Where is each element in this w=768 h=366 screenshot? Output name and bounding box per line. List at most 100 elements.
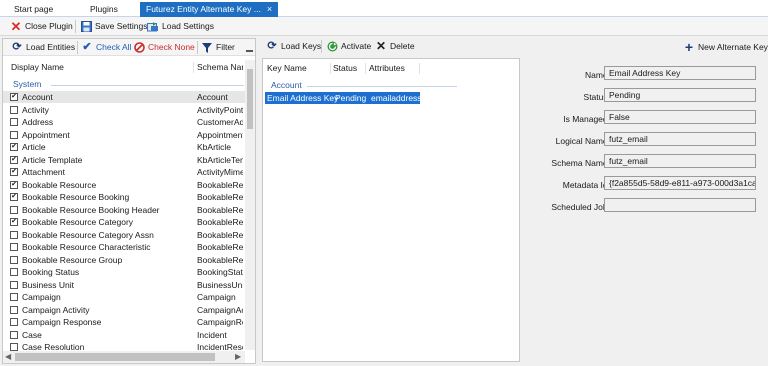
delete-button[interactable]: ✕ Delete — [375, 39, 415, 54]
entity-row[interactable]: ✔ Bookable Resource Booking BookableRes — [3, 191, 245, 203]
group-divider — [51, 85, 244, 86]
check-none-button[interactable]: Check None — [133, 40, 195, 55]
alternate-keys-list: Key Name Status Attributes Account Email… — [262, 58, 520, 362]
entity-checkbox[interactable] — [10, 205, 18, 214]
column-separator — [193, 62, 194, 73]
entity-checkbox[interactable] — [10, 293, 18, 301]
key-details-panel: Name: Email Address Key Status: Pending … — [522, 38, 768, 364]
uncheck-icon — [133, 42, 145, 54]
entity-row[interactable]: Appointment Appointment — [3, 129, 245, 141]
column-header-attributes[interactable]: Attributes — [369, 63, 405, 73]
entity-checkbox[interactable]: ✔ — [10, 93, 18, 101]
column-separator — [365, 63, 366, 74]
toolbar-separator — [197, 41, 198, 54]
entity-schema-name: BusinessUnit — [197, 279, 243, 290]
entity-checkbox[interactable]: ✔ — [10, 155, 18, 164]
filter-label: Filter — [216, 42, 235, 52]
entity-list-panel: ⟳ Load Entities ✔ Check All Check None F… — [2, 38, 256, 364]
filter-button[interactable]: Filter — [201, 40, 235, 55]
is-managed-field[interactable]: False — [604, 110, 756, 124]
refresh-icon: ⟳ — [267, 40, 277, 52]
entity-checkbox[interactable] — [10, 330, 18, 339]
name-field[interactable]: Email Address Key — [604, 66, 756, 80]
entity-checkbox[interactable] — [10, 105, 18, 114]
entity-checkbox[interactable] — [10, 343, 18, 351]
entity-row[interactable]: Activity ActivityPointe — [3, 104, 245, 116]
entity-schema-name: Campaign — [197, 292, 236, 302]
entity-checkbox[interactable]: ✔ — [10, 218, 18, 226]
column-header-key-name[interactable]: Key Name — [267, 63, 307, 73]
group-header-system: System — [13, 79, 42, 89]
entity-display-name: Activity — [22, 104, 49, 115]
tab-plugins[interactable]: Plugins — [84, 2, 124, 17]
entity-schema-name: BookableRes — [197, 229, 243, 240]
tab-label: Plugins — [90, 4, 118, 14]
entity-row[interactable]: Bookable Resource Category Assn BookableR… — [3, 229, 245, 241]
entity-row[interactable]: ✔ Bookable Resource Category BookableRes — [3, 216, 245, 228]
entity-checkbox[interactable] — [10, 255, 18, 264]
entity-checkbox[interactable]: ✔ — [10, 180, 18, 189]
scheduled-job-field[interactable] — [604, 198, 756, 212]
entity-row[interactable]: ✔ Bookable Resource BookableRes — [3, 179, 245, 191]
horizontal-scroll-thumb[interactable] — [15, 353, 215, 361]
entity-checkbox[interactable]: ✔ — [10, 143, 18, 151]
entity-row[interactable]: Booking Status BookingStatu — [3, 266, 245, 278]
entity-checkbox[interactable] — [10, 305, 18, 314]
entity-checkbox[interactable] — [10, 230, 18, 239]
activate-button[interactable]: Activate — [326, 39, 371, 54]
entity-checkbox[interactable]: ✔ — [10, 168, 18, 176]
close-plugin-button[interactable]: ✕ Close Plugin — [10, 19, 73, 34]
entity-checkbox[interactable] — [10, 318, 18, 326]
save-settings-button[interactable]: Save Settings — [80, 19, 147, 34]
overflow-icon[interactable] — [246, 50, 253, 54]
entity-schema-name: CampaignRes — [197, 317, 243, 327]
entity-checkbox[interactable] — [10, 118, 18, 126]
entity-row[interactable]: ✔ Account Account — [3, 91, 245, 103]
check-all-button[interactable]: ✔ Check All — [81, 40, 131, 55]
entity-checkbox[interactable]: ✔ — [10, 193, 18, 201]
load-entities-button[interactable]: ⟳ Load Entities — [11, 40, 75, 55]
entity-display-name: Booking Status — [22, 267, 80, 277]
entity-row[interactable]: ✔ Attachment ActivityMimeA — [3, 166, 245, 178]
load-keys-button[interactable]: ⟳ Load Keys — [266, 39, 321, 54]
column-header-status[interactable]: Status — [333, 63, 357, 73]
tab-close-icon[interactable]: × — [267, 4, 272, 14]
vertical-scroll-thumb[interactable] — [247, 69, 253, 129]
refresh-icon: ⟳ — [12, 41, 22, 53]
entity-row[interactable]: ✔ Article Template KbArticleTem — [3, 154, 245, 166]
entity-checkbox[interactable] — [10, 243, 18, 251]
entity-checkbox[interactable] — [10, 268, 18, 276]
scroll-right-icon[interactable]: ▶ — [235, 352, 241, 361]
activate-icon — [326, 41, 338, 53]
entity-row[interactable]: Campaign Response CampaignRes — [3, 316, 245, 328]
tab-futurez-entity-alternate-key[interactable]: Futurez Entity Alternate Key ... × — [140, 2, 278, 17]
tab-start-page[interactable]: Start page — [8, 2, 59, 17]
entity-row[interactable]: Campaign Activity CampaignAct — [3, 304, 245, 316]
entity-display-name: Bookable Resource Category Assn — [22, 229, 154, 240]
entity-schema-name: BookingStatu — [197, 267, 243, 277]
column-header-schema-name[interactable]: Schema Nam — [197, 62, 243, 72]
entity-checkbox[interactable] — [10, 280, 18, 289]
entity-row[interactable]: Bookable Resource Characteristic Bookable… — [3, 241, 245, 253]
entity-schema-name: CustomerAdd — [197, 117, 243, 127]
check-all-label: Check All — [96, 42, 132, 52]
entity-row[interactable]: Bookable Resource Booking Header Bookable… — [3, 204, 245, 216]
logical-name-field[interactable]: futz_email — [604, 132, 756, 146]
metadata-id-field[interactable]: {f2a855d5-58d9-e811-a973-000d3a1ca7d6} — [604, 176, 756, 190]
entity-row[interactable]: Case Incident — [3, 329, 245, 341]
entity-display-name: Account — [22, 92, 53, 102]
entity-row[interactable]: Address CustomerAdd — [3, 116, 245, 128]
entity-row[interactable]: ✔ Article KbArticle — [3, 141, 245, 153]
load-settings-button[interactable]: Load Settings — [147, 19, 214, 34]
entity-row[interactable]: Business Unit BusinessUnit — [3, 279, 245, 291]
schema-name-field[interactable]: futz_email — [604, 154, 756, 168]
key-row[interactable]: Email Address Key Pending emailaddress1 — [265, 92, 426, 104]
scroll-left-icon[interactable]: ◀ — [5, 352, 11, 361]
column-header-display-name[interactable]: Display Name — [11, 62, 64, 72]
entity-row[interactable]: Campaign Campaign — [3, 291, 245, 303]
scheduled-job-label: Scheduled Job: — [551, 202, 610, 212]
entity-row[interactable]: Bookable Resource Group BookableRes — [3, 254, 245, 266]
status-field[interactable]: Pending — [604, 88, 756, 102]
entity-checkbox[interactable] — [10, 130, 18, 139]
entity-display-name: Article — [22, 142, 46, 152]
